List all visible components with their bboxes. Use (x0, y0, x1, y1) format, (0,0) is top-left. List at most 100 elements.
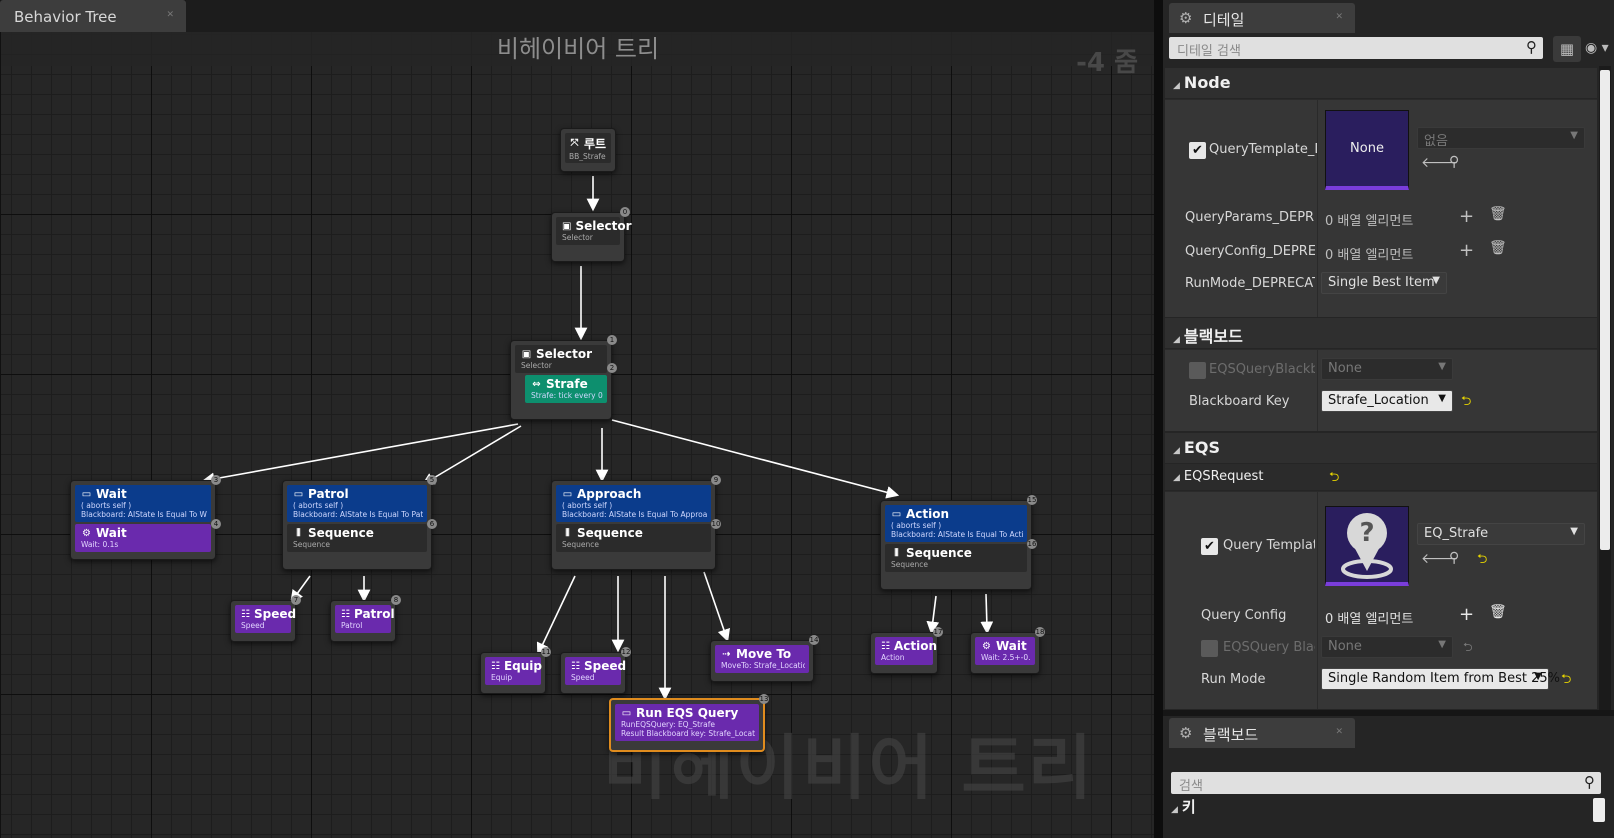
view-options-icon[interactable]: ◉ ▾ (1585, 40, 1609, 56)
selector-node[interactable]: ▣ Selector Selector ⇔ Strafe Strafe: tick … (510, 335, 617, 420)
query-template-checkbox[interactable]: ✔ (1201, 538, 1218, 555)
speed-task-node[interactable]: ☷ Speed Speed 7 (230, 595, 301, 642)
details-tab[interactable]: ⚙ 디테일 ✕ (1169, 3, 1355, 33)
close-icon[interactable]: ✕ (1335, 727, 1343, 737)
decorator-abort: ( aborts self ) (81, 501, 132, 510)
delete-icon[interactable]: 🗑 (1489, 240, 1507, 256)
move-to-task-node[interactable]: ⇢ Move To MoveTo: Strafe_Location 14 (710, 635, 819, 682)
execution-index: 15 (1027, 495, 1037, 505)
run-mode-combo[interactable]: Single Random Item from Best 25% ▼ (1321, 668, 1560, 690)
combo-value: None (1328, 361, 1362, 376)
execution-index: 7 (291, 595, 301, 605)
blackboard-search-input[interactable]: 검색 ⚲ (1171, 772, 1601, 794)
add-element-icon[interactable]: + (1459, 206, 1474, 227)
equip-task-node[interactable]: ☷ Equip Equip 11 (480, 647, 551, 694)
details-panel: ⚙ 디테일 ✕ 디테일 검색 ⚲ ▦ ◉ ▾ ◢ Node ✔ QueryTemp… (1163, 0, 1614, 710)
task-icon: ☷ (341, 608, 350, 620)
execution-index: 16 (1027, 539, 1037, 549)
query-template-combo[interactable]: EQ_Strafe ▼ (1417, 523, 1585, 545)
action-sequence-node[interactable]: ▭ Action ( aborts self ) Blackboard: AISt… (880, 495, 1037, 590)
run-eqs-query-node[interactable]: ▭ Run EQS Query RunEQSQuery: EQ_Strafe Re… (609, 694, 769, 752)
decorator-title: Wait (96, 487, 127, 501)
selector-node[interactable]: ▣ Selector Selector 0 (551, 207, 632, 262)
eqs-query-blackboard-key-checkbox[interactable] (1201, 640, 1218, 657)
reset-to-default-icon[interactable]: ⮌ (1463, 638, 1473, 659)
reset-to-default-icon[interactable]: ⮌ (1461, 392, 1471, 414)
patrol-sequence-node[interactable]: ▭ Patrol ( aborts self ) Blackboard: AISt… (282, 475, 437, 570)
category-label: EQS (1183, 438, 1220, 457)
action-task-node[interactable]: ☷ Action Action 17 (870, 627, 943, 674)
patrol-task-node[interactable]: ☷ Patrol Patrol 8 (330, 595, 401, 642)
approach-sequence-node[interactable]: ▭ Approach ( aborts self ) Blackboard: AI… (551, 475, 721, 570)
eqs-query-blackboard-key-label: EQSQuery Blackboard Key (1223, 640, 1315, 655)
composite-subtitle: Sequence (562, 540, 599, 549)
blackboard-rows: EQSQueryBlackboardKey None ▼ Blackboard K… (1165, 349, 1597, 431)
eqs-query-blackboard-key-combo[interactable]: None ▼ (1321, 636, 1453, 658)
blackboard-panel: ⚙ 블랙보드 ✕ 검색 ⚲ ◢ 키 (1163, 716, 1614, 838)
execution-index: 14 (809, 635, 819, 645)
collapse-icon: ◢ (1171, 805, 1178, 815)
composite-title: Sequence (308, 526, 374, 540)
query-template-deprecated-checkbox[interactable]: ✔ (1189, 142, 1206, 159)
blackboard-scrollbar-thumb[interactable] (1593, 798, 1605, 822)
query-template-label: Query Template (1223, 538, 1315, 553)
details-search-input[interactable]: 디테일 검색 ⚲ (1169, 37, 1543, 59)
eqs-request-row[interactable]: ◢ EQSRequest ⮌ (1165, 464, 1597, 490)
graph-title: 비헤이비어 트리 (1, 32, 1155, 66)
eqs-query-blackboard-checkbox[interactable] (1189, 362, 1206, 379)
asset-thumbnail[interactable]: None (1325, 110, 1409, 190)
wait-icon: ⚙ (982, 640, 991, 652)
dropdown-arrow-icon: ▼ (1432, 275, 1440, 286)
strafe-service[interactable]: ⇔ Strafe Strafe: tick every 0.10s (525, 375, 607, 403)
selector-icon: ▣ (521, 348, 532, 360)
combo-value: 없음 (1424, 134, 1448, 149)
root-node[interactable]: ⤧ 루트 BB_Strafe (560, 128, 616, 172)
blackboard-icon: ⚙ (1179, 724, 1193, 742)
decorator-title: Action (906, 507, 950, 521)
wait-node[interactable]: ▭ Wait ( aborts self ) Blackboard: AIStat… (70, 475, 221, 560)
property-matrix-icon[interactable]: ▦ (1553, 36, 1581, 62)
blackboard-category[interactable]: ◢ 블랙보드 (1165, 318, 1597, 348)
panel-splitter[interactable] (1154, 0, 1163, 838)
task-icon: ☷ (241, 608, 250, 620)
query-config-deprecated-value: 0 배열 엘리먼트 (1325, 248, 1414, 263)
eqs-asset-thumbnail[interactable]: ? (1325, 506, 1409, 586)
query-template-deprecated-combo[interactable]: 없음 ▼ (1417, 127, 1585, 149)
browse-search-icon[interactable]: ⚲ (1449, 550, 1459, 566)
close-icon[interactable]: ✕ (1335, 12, 1343, 22)
wait-task-node[interactable]: ⚙ Wait Wait: 2.5+-0.5s 18 (970, 627, 1045, 674)
details-scrollbar-thumb[interactable] (1600, 70, 1610, 550)
eqs-category[interactable]: ◢ EQS (1165, 433, 1597, 463)
execution-index: 5 (427, 475, 437, 485)
reset-to-default-icon[interactable]: ⮌ (1329, 468, 1339, 490)
behavior-tree-tab[interactable]: Behavior Tree ✕ (0, 0, 186, 32)
reset-to-default-icon[interactable]: ⮌ (1561, 670, 1571, 692)
task-title: Patrol (353, 607, 395, 621)
blackboard-decorator-icon: ▭ (81, 488, 92, 500)
keys-header[interactable]: ◢ 키 (1171, 796, 1196, 817)
query-params-label: QueryParams_DEPRECATED (1185, 210, 1315, 225)
tab-strip (186, 0, 1157, 32)
node-category[interactable]: ◢ Node (1165, 68, 1597, 98)
add-element-icon[interactable]: + (1459, 240, 1474, 261)
browse-search-icon[interactable]: ⚲ (1449, 154, 1459, 170)
run-mode-deprecated-combo[interactable]: Single Best Item ▼ (1321, 272, 1447, 294)
speed-task-node[interactable]: ☷ Speed Speed 12 (560, 647, 631, 694)
decorator-condition: Blackboard: AIState Is Equal To Patrol (293, 510, 423, 519)
sequence-icon: ⫴ (894, 547, 899, 559)
sequence-icon: ⫴ (565, 527, 570, 539)
close-icon[interactable]: ✕ (166, 10, 174, 20)
blackboard-key-combo[interactable]: Strafe_Location ▼ (1321, 390, 1453, 412)
eqs-query-blackboard-combo[interactable]: None ▼ (1321, 358, 1453, 380)
task-icon: ☷ (571, 660, 580, 672)
delete-icon[interactable]: 🗑 (1489, 604, 1507, 620)
dropdown-arrow-icon: ▼ (1438, 361, 1446, 372)
delete-icon[interactable]: 🗑 (1489, 206, 1507, 222)
node-title: Selector (536, 347, 593, 361)
decorator-title: Patrol (308, 487, 349, 501)
add-element-icon[interactable]: + (1459, 604, 1474, 625)
execution-index: 17 (933, 627, 943, 637)
category-label: Node (1183, 73, 1231, 92)
blackboard-tab[interactable]: ⚙ 블랙보드 ✕ (1169, 718, 1355, 748)
reset-to-default-icon[interactable]: ⮌ (1477, 550, 1487, 572)
